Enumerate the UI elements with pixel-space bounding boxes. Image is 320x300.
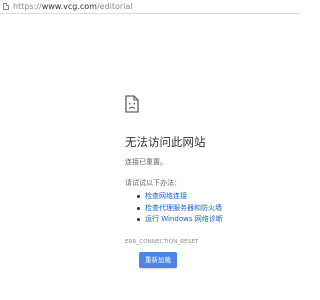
error-subtitle: 连接已重置。: [125, 158, 167, 166]
url-path: /editorial: [96, 1, 133, 11]
sad-page-icon: [125, 95, 139, 113]
page-icon: [3, 3, 9, 10]
error-title: 无法访问此网站: [125, 135, 206, 149]
reload-button[interactable]: 重新加载: [139, 252, 177, 268]
url-host: www.vcg.com: [41, 1, 97, 11]
suggestion-check-proxy-firewall[interactable]: 检查代理服务器和防火墙: [137, 203, 295, 215]
url-text[interactable]: https://www.vcg.com/editorial: [13, 0, 133, 14]
error-content: 无法访问此网站 连接已重置。 请试试以下办法： 检查网络连接 检查代理服务器和防…: [125, 95, 295, 245]
error-code: ERR_CONNECTION_RESET: [125, 238, 199, 245]
suggestion-run-diagnostics[interactable]: 运行 Windows 网络诊断: [137, 214, 295, 226]
suggestion-check-network[interactable]: 检查网络连接: [137, 191, 295, 203]
url-scheme: https://: [13, 1, 42, 11]
browser-page: https://www.vcg.com/editorial 无法访问此网站 连接…: [0, 0, 300, 300]
suggestion-list: 检查网络连接 检查代理服务器和防火墙 运行 Windows 网络诊断: [125, 191, 295, 226]
try-label: 请试试以下办法：: [125, 179, 181, 187]
address-bar[interactable]: https://www.vcg.com/editorial: [0, 0, 300, 14]
